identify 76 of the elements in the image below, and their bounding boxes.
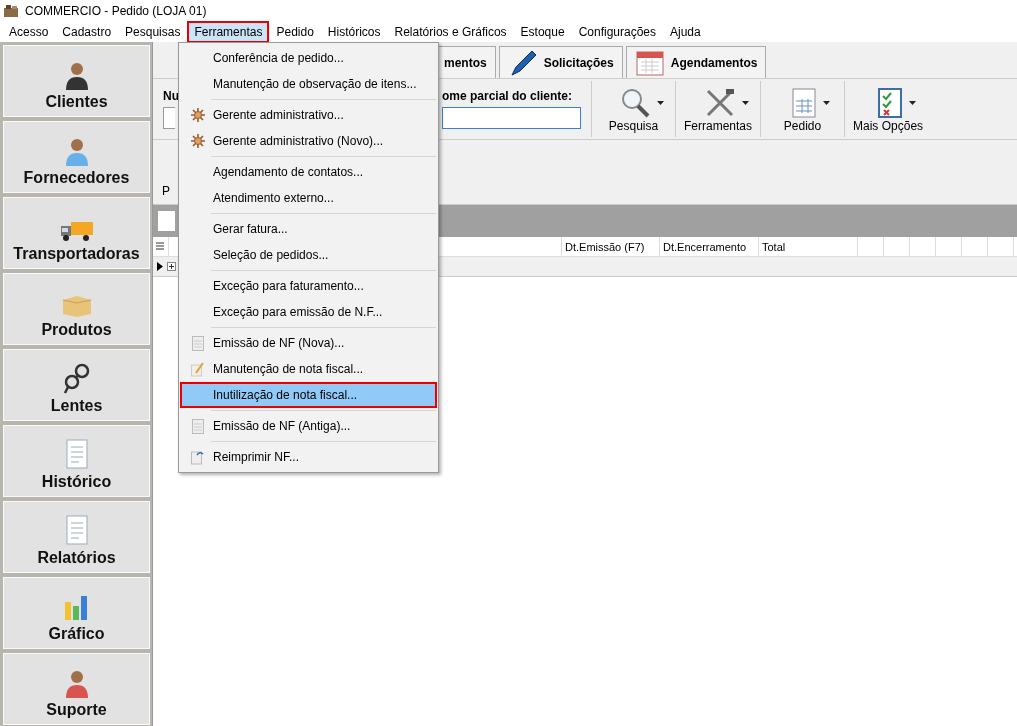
toolbar-button[interactable]: Ferramentas [675,81,761,137]
menu-item[interactable]: Inutilização de nota fiscal... [180,382,437,408]
sidebar-button[interactable]: Transportadoras [3,197,150,269]
menu-item[interactable]: Atendimento externo... [180,185,437,211]
box-icon [60,294,93,318]
tab[interactable]: Solicitações [498,46,623,78]
sidebar-button[interactable]: Produtos [3,273,150,345]
person-icon [63,668,90,698]
row-pointer-icon [157,262,163,271]
menu-item[interactable]: Gerente administrativo... [180,102,437,128]
person-icon [63,60,90,90]
menu-bar-item[interactable]: Acesso [2,20,56,43]
dropdown-caret-icon [908,101,916,105]
toolbar-button[interactable]: Mais Opções [844,81,932,137]
number-field[interactable] [163,107,175,129]
menu-bar-item[interactable]: Relatórios e Gráficos [387,20,514,43]
menu-bar-item[interactable]: Ferramentas [187,20,270,43]
list-icon [156,242,164,251]
app-icon [3,3,19,18]
menu-item[interactable]: Reimprimir NF... [180,444,437,470]
dropdown-caret-icon [741,101,749,105]
client-name-field[interactable] [442,107,581,129]
search-icon [619,87,651,119]
calendar-icon [634,48,665,77]
field-label: Nu [163,89,179,103]
menu-bar-item[interactable]: Pedido [269,20,321,43]
ship-wheel-icon [190,108,205,122]
menu-bar-item[interactable]: Estoque [513,20,572,43]
truck-icon [59,220,94,242]
dropdown-caret-icon [823,101,831,105]
person-icon [63,136,90,166]
expand-icon[interactable] [167,262,176,271]
column-header[interactable]: Dt.Emissão (F7) [562,237,660,256]
note-pencil-icon [190,361,205,377]
menu-bar-item[interactable]: Históricos [320,20,388,43]
menu-item[interactable]: Seleção de pedidos... [180,242,437,268]
document-icon [191,335,204,351]
sidebar-button[interactable]: Relatórios [3,501,150,573]
menu-bar-item[interactable]: Pesquisas [118,20,188,43]
column-header[interactable]: Dt.Encerramento [660,237,759,256]
reprint-icon [190,449,205,465]
menu-item[interactable]: Exceção para faturamento... [180,273,437,299]
field-label: ome parcial do cliente: [442,89,574,103]
checklist-icon [876,87,903,119]
menu-item[interactable]: Emissão de NF (Antiga)... [180,413,437,439]
group-field[interactable] [158,211,175,231]
menu-item[interactable]: Gerar fatura... [180,216,437,242]
menu-item[interactable]: Agendamento de contatos... [180,159,437,185]
sidebar-button[interactable]: Fornecedores [3,121,150,193]
sidebar-button[interactable]: Clientes [3,45,150,117]
menu-item[interactable]: Gerente administrativo (Novo)... [180,128,437,154]
dropdown-caret-icon [657,101,664,105]
window-title: COMMERCIO - Pedido (LOJA 01) [25,3,207,18]
document-icon [63,438,90,470]
menu-item[interactable]: Conferência de pedido... [180,45,437,71]
panel-label: P [162,184,170,198]
sidebar-button[interactable]: Lentes [3,349,150,421]
sidebar-button[interactable]: Suporte [3,653,150,725]
toolbar-button[interactable]: Pedido [760,81,845,137]
column-header[interactable]: Total [759,237,858,256]
document-icon [191,418,204,434]
menu-item[interactable]: Exceção para emissão de N.F... [180,299,437,325]
menu-bar-item[interactable]: Ajuda [663,20,708,43]
toolbar-button[interactable]: Pesquisa [591,81,675,137]
menu-item[interactable]: Emissão de NF (Nova)... [180,330,437,356]
glasses-icon [61,362,92,394]
document-icon [63,514,90,546]
ship-wheel-icon [190,134,205,148]
sidebar-button[interactable]: Gráfico [3,577,150,649]
menu-item[interactable]: Manutenção de nota fiscal... [180,356,437,382]
sidebar-button[interactable]: Histórico [3,425,150,497]
menu-bar-item[interactable]: Cadastro [55,20,119,43]
tab[interactable]: Agendamentos [625,46,767,78]
menu-bar-item[interactable]: Configurações [571,20,663,43]
menu-item[interactable]: Manutenção de observação de itens... [180,71,437,97]
spreadsheet-icon [791,87,818,119]
